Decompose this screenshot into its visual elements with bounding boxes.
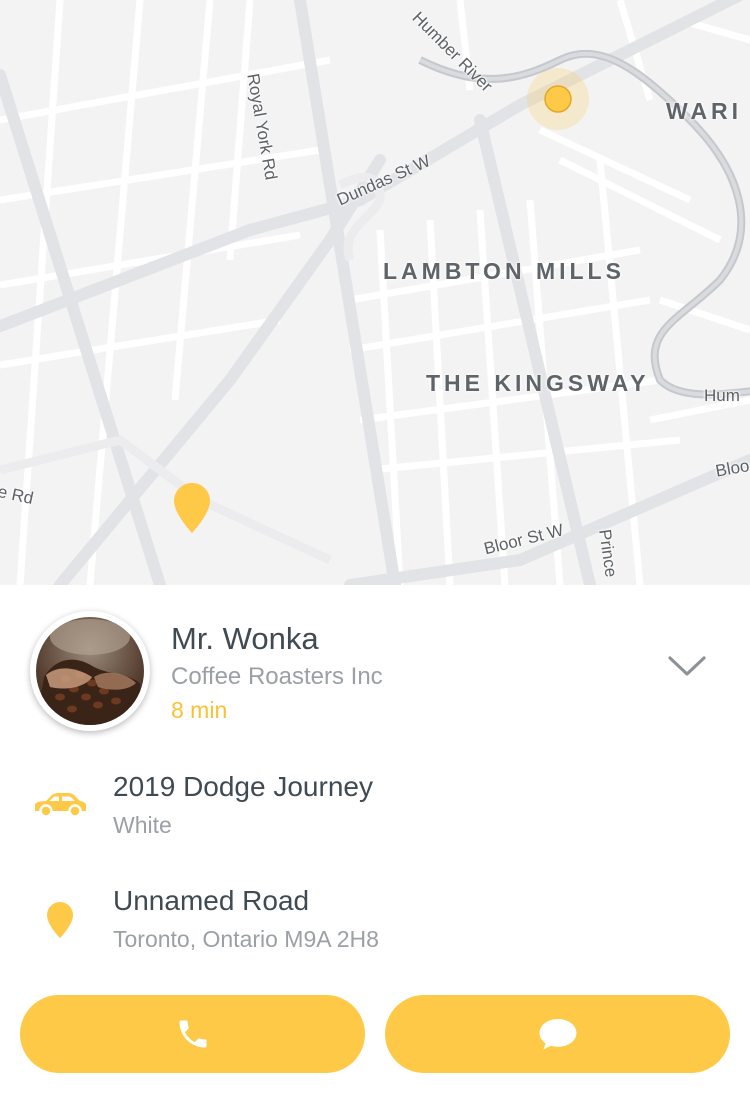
map-view[interactable]: Royal York Rd Humber River Dundas St W B…	[0, 0, 750, 585]
coffee-beans-photo	[36, 617, 144, 725]
driver-details-sheet: Mr. Wonka Coffee Roasters Inc 8 min 2019…	[0, 585, 750, 1103]
car-icon	[35, 793, 86, 818]
street-label-humber-right: Hum	[704, 386, 740, 405]
map-roads	[0, 0, 750, 585]
location-city-line: Toronto, Ontario M9A 2H8	[113, 926, 379, 952]
district-label-ward: WARI	[666, 98, 743, 124]
chevron-down-icon[interactable]	[666, 653, 708, 679]
location-pin-icon	[47, 902, 73, 938]
vehicle-color: White	[113, 812, 172, 838]
message-button[interactable]	[385, 995, 730, 1073]
phone-icon	[179, 1020, 206, 1048]
district-label-kingsway: THE KINGSWAY	[426, 370, 650, 396]
chat-bubble-icon	[539, 1019, 576, 1050]
driver-eta: 8 min	[171, 697, 228, 723]
call-button[interactable]	[20, 995, 365, 1073]
driver-pin-marker[interactable]	[173, 482, 211, 534]
driver-name: Mr. Wonka	[171, 621, 319, 656]
driver-company: Coffee Roasters Inc	[171, 663, 383, 690]
driver-avatar	[30, 611, 150, 731]
current-location-marker[interactable]	[526, 67, 590, 131]
district-label-lambton-mills: LAMBTON MILLS	[383, 258, 625, 284]
location-street: Unnamed Road	[113, 885, 310, 916]
vehicle-model: 2019 Dodge Journey	[113, 771, 373, 802]
